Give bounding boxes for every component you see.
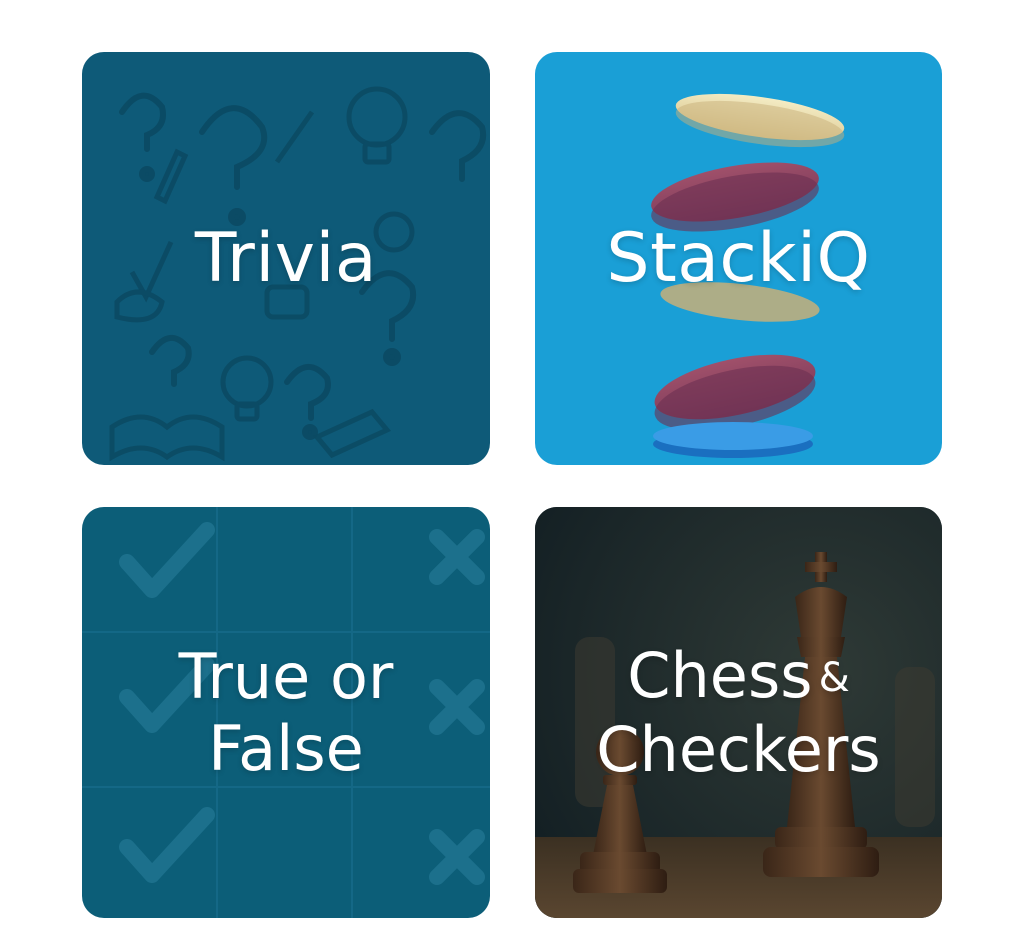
stackiq-title: StackiQ <box>606 219 871 298</box>
title-line-1: Chess & <box>627 638 850 714</box>
stackiq-tile[interactable]: StackiQ <box>535 52 942 465</box>
trivia-title: Trivia <box>194 219 378 298</box>
true-or-false-tile[interactable]: True or False <box>82 507 490 918</box>
title-line-2: Checkers <box>596 712 881 786</box>
trivia-tile[interactable]: Trivia <box>82 52 490 465</box>
ampersand: & <box>818 654 850 701</box>
chess-checkers-title: Chess & Checkers <box>535 507 942 918</box>
chess-word: Chess <box>627 638 813 712</box>
game-grid: Trivia StackiQ True or False Chess & Che… <box>0 0 1024 951</box>
chess-checkers-tile[interactable]: Chess & Checkers <box>535 507 942 918</box>
true-or-false-title: True or False <box>82 507 490 918</box>
title-line-2: False <box>208 711 364 785</box>
title-line-1: True or <box>178 639 394 713</box>
